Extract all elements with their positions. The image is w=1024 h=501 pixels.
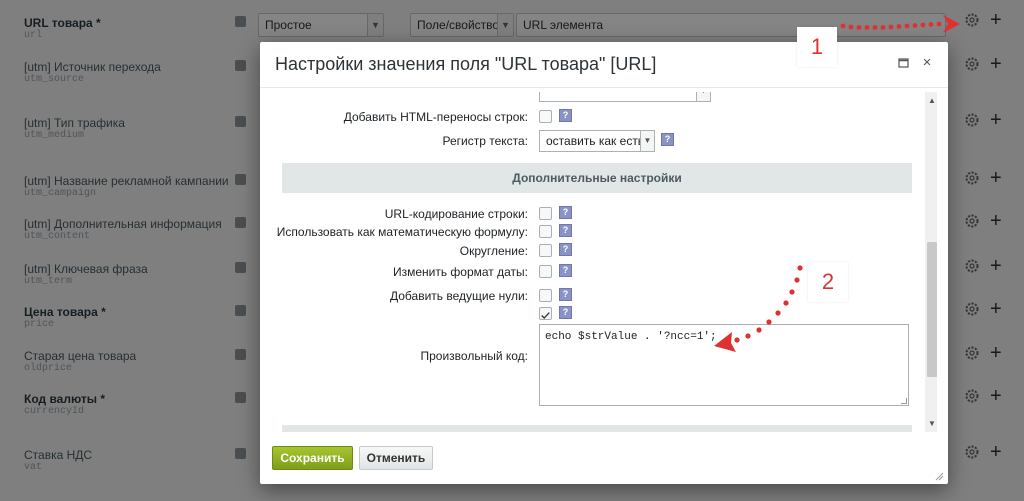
custom-code-textarea[interactable]: echo $strValue . '?ncc=1'; — [539, 324, 909, 406]
help-icon[interactable]: ? — [559, 109, 572, 122]
partial-select[interactable]: ▼ — [539, 92, 711, 102]
partial-select-row: ▼ — [272, 92, 922, 102]
dialog-header: Настройки значения поля "URL товара" [UR… — [260, 42, 948, 88]
html-breaks-label: Добавить HTML-переносы строк: — [343, 110, 528, 124]
text-case-label: Регистр текста: — [442, 134, 528, 148]
extra-setting-row: ? — [272, 304, 922, 324]
dialog-footer: Сохранить Отменить — [260, 434, 948, 484]
maximize-icon[interactable] — [898, 58, 909, 69]
section-title: Дополнительные настройки — [512, 171, 682, 185]
extra-setting-checkbox[interactable] — [539, 207, 552, 220]
extra-setting-label: URL-кодирование строки: — [384, 207, 528, 221]
extra-setting-row: Округление:? — [272, 241, 922, 261]
help-icon[interactable]: ? — [559, 264, 572, 277]
resize-handle-icon[interactable] — [901, 398, 907, 404]
help-icon[interactable]: ? — [661, 133, 674, 146]
custom-code-value: echo $strValue . '?ncc=1'; — [545, 331, 717, 343]
section-header: Дополнительные настройки — [282, 163, 912, 193]
annotation-badge-2: 2 — [808, 262, 848, 302]
extra-setting-checkbox[interactable] — [539, 289, 552, 302]
scroll-down-icon[interactable]: ▼ — [928, 419, 936, 428]
checkmark-icon — [541, 312, 550, 320]
save-button[interactable]: Сохранить — [272, 446, 353, 470]
dialog-title: Настройки значения поля "URL товара" [UR… — [275, 54, 657, 74]
chevron-down-icon: ▼ — [696, 92, 710, 101]
extra-setting-label: Округление: — [459, 244, 528, 258]
extra-setting-row: Использовать как математическую формулу:… — [272, 222, 922, 242]
text-case-select[interactable]: оставить как есть ▼ — [539, 130, 655, 152]
next-section-header — [282, 425, 912, 432]
extra-setting-checkbox[interactable] — [539, 244, 552, 257]
extra-setting-label: Добавить ведущие нули: — [389, 289, 528, 303]
resize-grip-icon[interactable] — [934, 471, 944, 481]
scroll-up-icon[interactable]: ▲ — [928, 96, 936, 105]
text-case-row: Регистр текста: оставить как есть ▼ ? — [272, 130, 922, 152]
annotation-badge-1: 1 — [797, 27, 837, 67]
text-case-value: оставить как есть — [546, 134, 645, 148]
help-icon[interactable]: ? — [559, 224, 572, 237]
scrollbar-thumb[interactable] — [927, 242, 937, 377]
close-icon[interactable]: × — [920, 55, 934, 70]
html-breaks-checkbox[interactable] — [539, 110, 552, 123]
help-icon[interactable]: ? — [559, 243, 572, 256]
extra-setting-row: URL-кодирование строки:? — [272, 204, 922, 224]
help-icon[interactable]: ? — [559, 206, 572, 219]
help-icon[interactable]: ? — [559, 306, 572, 319]
chevron-down-icon: ▼ — [640, 131, 654, 151]
extra-setting-checkbox[interactable] — [539, 307, 552, 320]
extra-setting-checkbox[interactable] — [539, 225, 552, 238]
help-icon[interactable]: ? — [559, 288, 572, 301]
vertical-scrollbar[interactable]: ▲ ▼ — [925, 92, 937, 432]
extra-setting-label: Изменить формат даты: — [392, 265, 528, 279]
extra-setting-label: Использовать как математическую формулу: — [276, 225, 528, 239]
html-breaks-row: Добавить HTML-переносы строк: ? — [272, 107, 922, 127]
cancel-button[interactable]: Отменить — [359, 446, 433, 470]
extra-setting-checkbox[interactable] — [539, 265, 552, 278]
custom-code-label: Произвольный код: — [420, 349, 528, 363]
